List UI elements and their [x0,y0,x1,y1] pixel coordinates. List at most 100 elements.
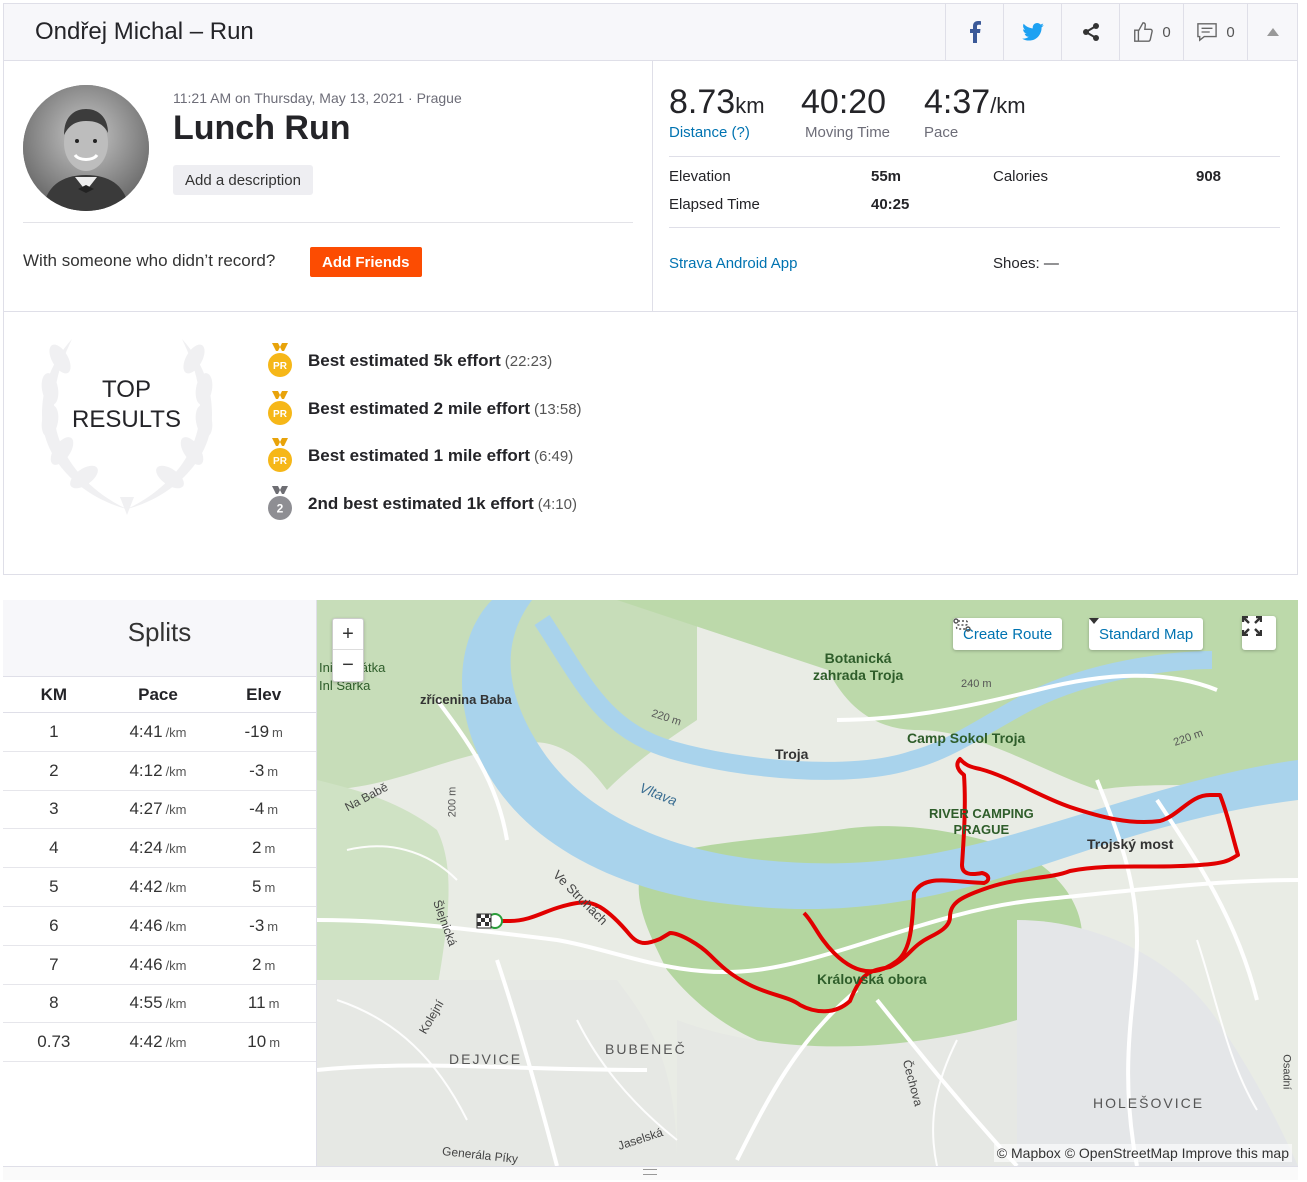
fullscreen-icon [1242,616,1262,636]
top-results-title: TOP RESULTS [24,375,229,435]
caret-up-icon [1266,28,1279,36]
split-row[interactable]: 6 4:46/km -3 m [3,907,316,946]
achievement-text: Best estimated 2 mile effort [308,399,531,418]
splits-column-headers: KM Pace Elev [3,677,316,713]
moving-time-value: 40:20 [801,83,887,121]
second-place-medal-icon: 2 [268,486,292,520]
split-km: 0.73 [37,1032,71,1052]
distance-label[interactable]: Distance (?) [669,124,765,141]
pr-medal-icon: PR [268,343,292,377]
split-elev-unit: m [269,1035,281,1051]
split-km: 1 [49,721,59,741]
svg-text:PR: PR [273,409,288,420]
map-style-select[interactable]: Standard Map [1089,618,1204,650]
comments-button[interactable]: 0 [1183,4,1247,60]
split-row[interactable]: 3 4:27/km -4 m [3,791,316,830]
share-button[interactable] [1061,4,1119,60]
achievement-item[interactable]: PR Best estimated 1 mile effort (6:49) [266,438,573,474]
split-elev-value: -4 [249,799,265,819]
resize-grip-icon[interactable] [643,1169,657,1175]
activity-header: Ondřej Michal – Run 0 0 [3,3,1298,61]
split-elev-unit: m [264,841,276,857]
facebook-icon [969,21,981,43]
elevation-value: 55m [871,168,902,185]
split-elev-unit: m [264,957,276,973]
activity-meta: 11:21 AM on Thursday, May 13, 2021 · Pra… [173,90,462,106]
split-row[interactable]: 0.73 4:42/km 10 m [3,1023,316,1063]
split-pace-value: 4:46 [129,915,163,935]
map-label-osadni: Osadní [1280,1054,1293,1090]
facebook-share-button[interactable] [945,4,1003,60]
split-pace: 4:27/km [105,799,212,819]
map-label-camp: Camp Sokol Troja [907,730,1026,746]
map-attribution[interactable]: © Mapbox © OpenStreetMap Improve this ma… [993,1144,1292,1162]
svg-text:PR: PR [273,361,288,372]
achievement-time: (13:58) [534,400,582,418]
top-results-line1: TOP [102,376,151,403]
split-pace: 4:46/km [105,955,212,975]
split-elev: -3 m [211,916,316,936]
distance-value: 8.73 [669,83,736,121]
divider [23,222,633,223]
comment-icon [1197,23,1218,42]
fullscreen-button[interactable] [1242,616,1276,650]
split-elev-value: 2 [252,954,262,974]
route-icon [953,618,971,632]
twitter-icon [1021,23,1044,41]
zoom-in-button[interactable]: + [333,619,363,650]
twitter-share-button[interactable] [1003,4,1061,60]
add-friends-button[interactable]: Add Friends [310,247,422,277]
route-map[interactable]: Botanická zahrada Troja Troja Camp Sokol… [317,600,1298,1166]
column-divider [652,61,653,311]
splits-title: Splits [127,617,192,647]
athlete-activity-title: Ondřej Michal – Run [35,18,254,45]
achievement-time: (22:23) [504,352,553,370]
athlete-avatar[interactable] [23,85,149,211]
distance-unit: km [735,93,765,118]
pace-stat: 4:37/km Pace [924,83,1026,141]
split-pace: 4:46/km [105,916,212,936]
create-route-label: Create Route [963,625,1053,643]
distance-stat: 8.73km Distance (?) [669,83,765,141]
split-elev-unit: m [268,996,280,1012]
split-pace: 4:42/km [105,1032,212,1052]
device-link[interactable]: Strava Android App [669,255,797,272]
divider [669,156,1280,157]
map-canvas[interactable] [317,600,1298,1166]
split-pace: 4:55/km [105,993,212,1013]
add-description-button[interactable]: Add a description [173,165,313,195]
split-pace-value: 4:55 [129,993,163,1013]
split-row[interactable]: 7 4:46/km 2 m [3,946,316,985]
create-route-button[interactable]: Create Route [953,618,1063,650]
kudos-button[interactable]: 0 [1119,4,1183,60]
split-pace-unit: /km [165,957,187,973]
split-pace-value: 4:42 [129,877,163,897]
map-elevation-label: 200 m [446,786,459,818]
split-row[interactable]: 5 4:42/km 5 m [3,868,316,907]
map-label-river-camping: RIVER CAMPING PRAGUE [929,806,1034,837]
split-elev: 5m [211,877,316,897]
split-row[interactable]: 8 4:55/km 11 m [3,985,316,1024]
split-pace-value: 4:27 [129,799,163,819]
activity-name: Lunch Run [173,109,351,147]
split-km: 2 [49,760,59,780]
zoom-out-button[interactable]: − [333,650,363,681]
chevron-down-icon [1089,618,1099,624]
split-pace-unit: /km [165,918,187,934]
achievement-item[interactable]: PR Best estimated 2 mile effort (13:58) [266,391,582,427]
shoes-info: Shoes: — [993,255,1059,272]
moving-time-label: Moving Time [805,124,891,141]
split-pace-unit: /km [165,802,187,818]
top-results-line2: RESULTS [72,406,181,433]
column-km: KM [40,684,68,704]
split-row[interactable]: 2 4:12/km -3 m [3,752,316,791]
split-row[interactable]: 1 4:41/km -19 m [3,713,316,752]
split-km: 7 [49,954,59,974]
resize-bar[interactable] [3,1166,1298,1180]
achievement-item[interactable]: 2 2nd best estimated 1k effort (4:10) [266,486,577,522]
row-divider [4,311,1297,312]
split-row[interactable]: 4 4:24/km 2 m [3,829,316,869]
collapse-button[interactable] [1247,4,1297,60]
achievement-item[interactable]: PR Best estimated 5k effort (22:23) [266,343,552,379]
pr-medal-icon: PR [268,391,292,425]
